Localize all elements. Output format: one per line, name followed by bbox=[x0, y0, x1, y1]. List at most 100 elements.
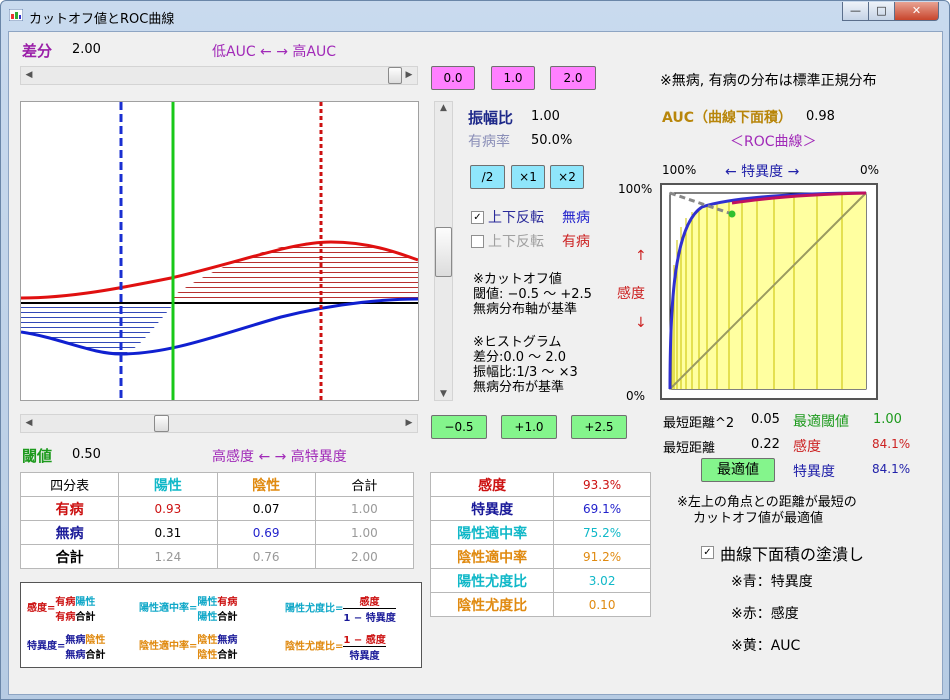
histogram-panel bbox=[20, 101, 419, 401]
roc-panel bbox=[660, 183, 878, 400]
formula-plr: 陽性尤度比= 感度 1 − 特異度 bbox=[285, 593, 396, 624]
formula-num: 有病 bbox=[217, 597, 238, 608]
formula-name: 陰性適中率 bbox=[139, 641, 189, 652]
scroll-right-icon[interactable]: ▶ bbox=[401, 415, 417, 432]
metric-value: 91.2% bbox=[553, 544, 651, 569]
app-icon bbox=[9, 9, 23, 21]
metric-value: 75.2% bbox=[553, 520, 651, 545]
auc-value: 0.98 bbox=[806, 109, 835, 124]
legend-red: ※赤：感度 bbox=[731, 606, 799, 622]
diff-scroll-thumb[interactable] bbox=[388, 67, 402, 84]
metric-value: 69.1% bbox=[553, 496, 651, 521]
threshold-10-button[interactable]: +1.0 bbox=[501, 415, 557, 439]
min-dist-value: 0.22 bbox=[751, 437, 780, 452]
amp-x2-button[interactable]: ×2 bbox=[550, 165, 584, 189]
table-header-cell: 四分表 bbox=[19, 472, 120, 497]
opt-spec-label: 特異度 bbox=[793, 464, 835, 480]
formula-den: 1 − 特異度 bbox=[343, 613, 396, 624]
formula-name: 特異度 bbox=[27, 641, 57, 652]
total-header: 合計 bbox=[314, 472, 415, 497]
title-bar[interactable]: カットオフ値とROC曲線 — □ ✕ bbox=[1, 1, 949, 31]
maximize-button[interactable]: □ bbox=[868, 2, 895, 21]
formula-den: 陰性 bbox=[197, 650, 218, 661]
diff-button-2[interactable]: 2.0 bbox=[550, 66, 596, 90]
formula-den: 無病 bbox=[65, 650, 86, 661]
cutoff-info-line: 閾値: −0.5 〜 +2.5 bbox=[473, 287, 592, 302]
cell-fp: 0.31 bbox=[118, 520, 218, 545]
contingency-table: 四分表 陽性 陰性 合計 有病 0.93 0.07 1.00 無病 0.31 0… bbox=[19, 472, 415, 569]
amp-scroll-thumb[interactable] bbox=[435, 227, 452, 277]
formula-num: 有病 bbox=[55, 597, 76, 608]
formula-name: 陽性適中率 bbox=[139, 603, 189, 614]
cell-diseased-total: 1.00 bbox=[314, 496, 415, 521]
amp-half-button[interactable]: /2 bbox=[470, 165, 505, 189]
amp-value: 1.00 bbox=[531, 109, 560, 124]
scroll-right-icon[interactable]: ▶ bbox=[401, 67, 417, 84]
cell-positive-total: 1.24 bbox=[118, 544, 218, 569]
formula-ppv: 陽性適中率= 陽性有病 陽性合計 bbox=[139, 597, 238, 623]
histogram-info: ※ヒストグラム 差分:0.0 〜 2.0 振幅比:1/3 〜 ×3 無病分布が基… bbox=[473, 335, 578, 395]
formula-num: 陰性 bbox=[85, 635, 106, 646]
app-window: カットオフ値とROC曲線 — □ ✕ 差分 2.00 低AUC ← → 高AUC… bbox=[0, 0, 950, 700]
diff-scrollbar[interactable]: ◀ ▶ bbox=[20, 66, 418, 85]
formula-num: 1 − 感度 bbox=[343, 631, 386, 647]
auc-label: AUC（曲線下面積） bbox=[662, 110, 793, 126]
metric-value: 3.02 bbox=[553, 568, 651, 593]
amp-scrollbar[interactable]: ▲ ▼ bbox=[434, 101, 453, 401]
cell-tn: 0.69 bbox=[216, 520, 316, 545]
sens-down-arrow: ↓ bbox=[635, 315, 647, 331]
threshold-label: 閾値 bbox=[22, 447, 53, 465]
histogram-info-line: ※ヒストグラム bbox=[473, 335, 562, 350]
table-row: 特異度 69.1% bbox=[429, 496, 651, 521]
prevalence-value: 50.0% bbox=[531, 133, 573, 148]
histogram-info-line: 無病分布が基準 bbox=[473, 380, 565, 395]
optimal-threshold-label: 最適閾値 bbox=[793, 414, 849, 430]
metric-label: 陰性尤度比 bbox=[429, 592, 555, 617]
threshold-value: 0.50 bbox=[72, 447, 101, 462]
diff-button-1[interactable]: 1.0 bbox=[491, 66, 535, 90]
min-dist-sq-value: 0.05 bbox=[751, 412, 780, 427]
fill-auc-checkbox[interactable]: ✓ bbox=[701, 546, 714, 559]
scroll-left-icon[interactable]: ◀ bbox=[21, 415, 37, 432]
formula-name: 陰性尤度比 bbox=[285, 641, 335, 653]
legend-yellow: ※黄：AUC bbox=[731, 638, 801, 654]
formula-num: 無病 bbox=[217, 635, 238, 646]
sens-0-label: 0% bbox=[626, 389, 646, 403]
scroll-up-icon[interactable]: ▲ bbox=[435, 103, 452, 113]
formula-den: 陽性 bbox=[197, 612, 218, 623]
threshold-scrollbar[interactable]: ◀ ▶ bbox=[20, 414, 418, 433]
flip-healthy-checkbox[interactable]: ✓ bbox=[471, 211, 484, 224]
min-dist-label: 最短距離 bbox=[663, 441, 716, 456]
metric-label: 陽性適中率 bbox=[429, 520, 555, 545]
cell-fn: 0.07 bbox=[216, 496, 316, 521]
formula-den: 合計 bbox=[75, 612, 96, 623]
cutoff-info-line: 無病分布軸が基準 bbox=[473, 302, 578, 317]
formula-name: 感度 bbox=[27, 603, 47, 614]
table-row: 合計 1.24 0.76 2.00 bbox=[19, 544, 415, 569]
close-button[interactable]: ✕ bbox=[894, 2, 939, 21]
minimize-button[interactable]: — bbox=[842, 2, 869, 21]
table-row: 陽性尤度比 3.02 bbox=[429, 568, 651, 593]
threshold-scroll-thumb[interactable] bbox=[154, 415, 169, 432]
formula-den: 合計 bbox=[217, 650, 238, 661]
threshold-25-button[interactable]: +2.5 bbox=[571, 415, 627, 439]
opt-spec-value: 84.1% bbox=[872, 462, 911, 476]
table-row: 陰性適中率 91.2% bbox=[429, 544, 651, 569]
opt-sens-label: 感度 bbox=[793, 439, 821, 455]
flip-diseased-label: 上下反転 bbox=[488, 234, 544, 250]
amp-x1-button[interactable]: ×1 bbox=[511, 165, 545, 189]
optimal-value-button[interactable]: 最適値 bbox=[701, 458, 775, 482]
scroll-left-icon[interactable]: ◀ bbox=[21, 67, 37, 84]
roc-title: ＜ROC曲線＞ bbox=[730, 134, 817, 150]
flip-diseased-checkbox[interactable] bbox=[471, 235, 484, 248]
threshold-minus05-button[interactable]: −0.5 bbox=[431, 415, 487, 439]
scroll-down-icon[interactable]: ▼ bbox=[435, 389, 452, 399]
diff-button-0[interactable]: 0.0 bbox=[431, 66, 475, 90]
legend-blue: ※青：特異度 bbox=[731, 574, 813, 590]
window-title: カットオフ値とROC曲線 bbox=[29, 12, 175, 27]
table-row: 陽性適中率 75.2% bbox=[429, 520, 651, 545]
table-row: 陰性尤度比 0.10 bbox=[429, 592, 651, 617]
formula-num: 陽性 bbox=[75, 597, 96, 608]
metric-label: 陽性尤度比 bbox=[429, 568, 555, 593]
formula-num: 無病 bbox=[65, 635, 86, 646]
